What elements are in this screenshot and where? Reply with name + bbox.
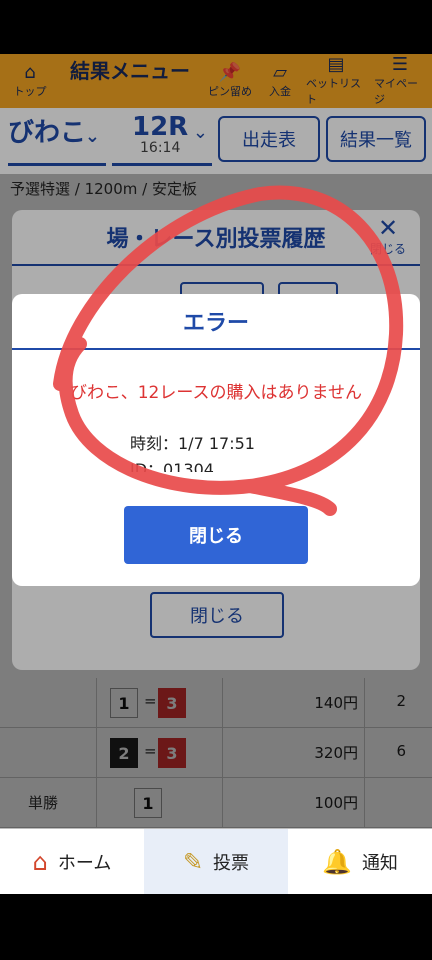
error-message: びわこ、12レースの購入はありません [70, 383, 362, 403]
bottom-nav-home-label: ホーム [57, 853, 112, 874]
bottom-nav-notify[interactable]: 🔔 通知 [288, 829, 432, 894]
house-icon: ⌂ [32, 848, 48, 876]
bottom-nav-notify-label: 通知 [361, 853, 398, 874]
bell-icon: 🔔 [322, 848, 352, 876]
error-close-button[interactable]: 閉じる [124, 506, 308, 564]
error-timestamp: 時刻：1/7 17:51 [130, 434, 255, 453]
error-modal-title: エラー [12, 294, 420, 350]
error-id: ID：01304... [130, 460, 230, 472]
screen: ⌂ トップ 結果メニュー 📌 ピン留め ▱ 入金 ▤ ベットリスト ☰ マイペー… [0, 0, 432, 960]
bottom-nav: ⌂ ホーム ✎ 投票 🔔 通知 [0, 828, 432, 894]
bottom-nav-vote[interactable]: ✎ 投票 [144, 829, 288, 894]
bottom-nav-home[interactable]: ⌂ ホーム [0, 829, 144, 894]
error-modal: エラー びわこ、12レースの購入はありません 時刻：1/7 17:51 ID：0… [12, 294, 420, 586]
ticket-pen-icon: ✎ [182, 848, 204, 876]
app: ⌂ トップ 結果メニュー 📌 ピン留め ▱ 入金 ▤ ベットリスト ☰ マイペー… [0, 54, 432, 894]
bottom-nav-vote-label: 投票 [213, 853, 250, 874]
